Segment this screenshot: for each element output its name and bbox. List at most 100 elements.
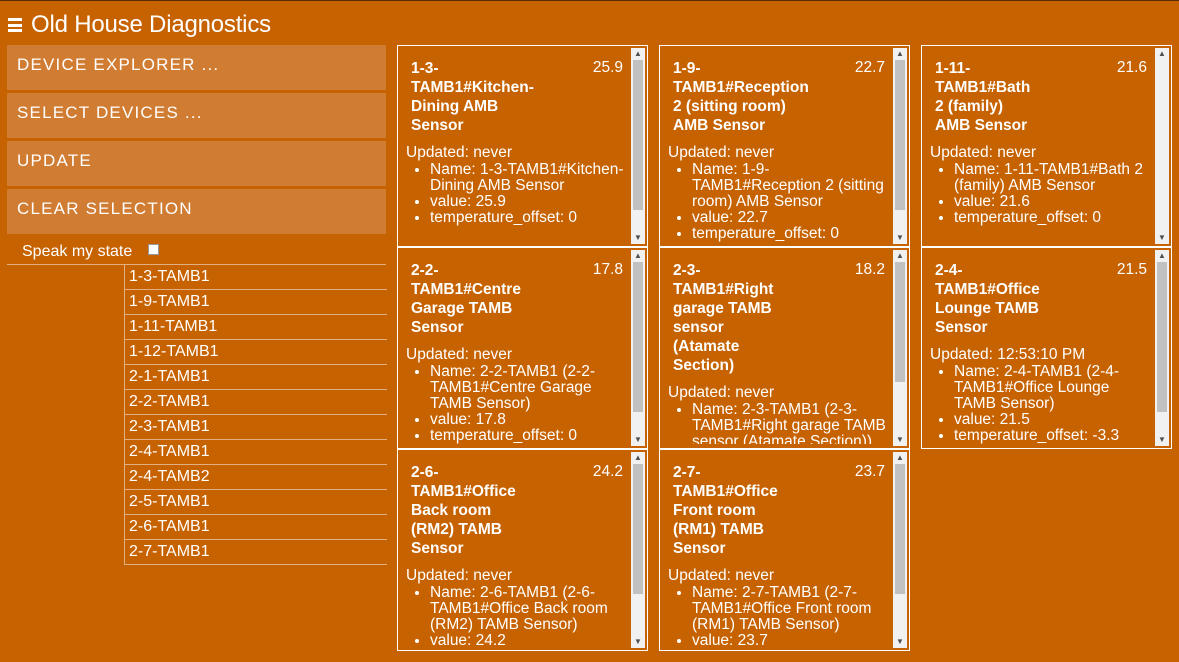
device-list-item[interactable]: 2-3-TAMB1 (125, 415, 387, 440)
sensor-card-updated: Updated: never (406, 346, 512, 363)
device-list-item[interactable]: 2-4-TAMB1 (125, 440, 387, 465)
scroll-down-arrow-icon[interactable]: ▼ (893, 636, 907, 648)
sensor-card-properties: Name: 1-9-TAMB1#Reception 2 (sitting roo… (668, 162, 890, 242)
card-scrollbar[interactable]: ▲ ▼ (631, 452, 645, 648)
speak-my-state-label: Speak my state (22, 243, 133, 260)
device-list-item[interactable]: 1-11-TAMB1 (125, 315, 387, 340)
sensor-card-content: 2-7- TAMB1#Office Front room (RM1) TAMB … (668, 461, 890, 646)
sensor-card-property: Name: 1-3-TAMB1#Kitchen-Dining AMB Senso… (430, 162, 628, 194)
sensor-card-property: value: 24.2 (430, 633, 628, 647)
scrollbar-thumb[interactable] (633, 464, 643, 594)
scroll-down-arrow-icon[interactable]: ▼ (1155, 232, 1169, 244)
sensor-card[interactable]: 2-2- TAMB1#Centre Garage TAMB Sensor 17.8… (397, 247, 648, 449)
device-list-item[interactable]: 2-7-TAMB1 (125, 540, 387, 565)
sensor-card-property: temperature_offset: 0 (430, 210, 628, 226)
sensor-card-updated: Updated: never (930, 144, 1036, 161)
card-scrollbar[interactable]: ▲ ▼ (631, 250, 645, 446)
card-scrollbar[interactable]: ▲ ▼ (893, 452, 907, 648)
sensor-card-content: 2-2- TAMB1#Centre Garage TAMB Sensor 17.8… (406, 259, 628, 444)
scrollbar-thumb[interactable] (895, 262, 905, 382)
sensor-card-value: 21.6 (1116, 59, 1147, 76)
speak-my-state-checkbox[interactable] (148, 244, 159, 255)
scrollbar-thumb[interactable] (895, 464, 905, 594)
card-scrollbar[interactable]: ▲ ▼ (893, 250, 907, 446)
scroll-down-arrow-icon[interactable]: ▼ (631, 636, 645, 648)
scroll-up-arrow-icon[interactable]: ▲ (1155, 48, 1169, 60)
sensor-card-properties: Name: 1-3-TAMB1#Kitchen-Dining AMB Senso… (406, 162, 628, 226)
sensor-card-properties: Name: 2-3-TAMB1 (2-3-TAMB1#Right garage … (668, 402, 890, 445)
update-button[interactable]: UPDATE (7, 141, 386, 186)
sensor-card-content: 2-4- TAMB1#Office Lounge TAMB Sensor 21.5… (930, 259, 1152, 444)
app-title: Old House Diagnostics (31, 11, 271, 38)
sensor-card[interactable]: 2-7- TAMB1#Office Front room (RM1) TAMB … (659, 449, 910, 651)
sensor-card[interactable]: 2-6- TAMB1#Office Back room (RM2) TAMB S… (397, 449, 648, 651)
card-scrollbar[interactable]: ▲ ▼ (893, 48, 907, 244)
sensor-card-updated: Updated: never (668, 384, 774, 401)
scroll-up-arrow-icon[interactable]: ▲ (1155, 250, 1169, 262)
card-scrollbar[interactable]: ▲ ▼ (631, 48, 645, 244)
sensor-card[interactable]: 2-3- TAMB1#Right garage TAMB sensor (Ata… (659, 247, 910, 449)
sensor-card-title: 2-3- TAMB1#Right garage TAMB sensor (Ata… (673, 262, 774, 374)
device-list-item[interactable]: 1-9-TAMB1 (125, 290, 387, 315)
sensor-card[interactable]: 1-11- TAMB1#Bath 2 (family) AMB Sensor 21… (921, 45, 1172, 247)
sensor-card-property: Name: 2-3-TAMB1 (2-3-TAMB1#Right garage … (692, 402, 890, 445)
scroll-up-arrow-icon[interactable]: ▲ (893, 250, 907, 262)
scroll-down-arrow-icon[interactable]: ▼ (893, 232, 907, 244)
scrollbar-thumb[interactable] (633, 60, 643, 210)
sensor-card-property: value: 23.7 (692, 633, 890, 647)
sensor-card-property: value: 25.9 (430, 194, 628, 210)
sensor-card-updated: Updated: 12:53:10 PM (930, 346, 1086, 363)
device-explorer-button[interactable]: DEVICE EXPLORER ... (7, 45, 386, 90)
header: Old House Diagnostics (8, 10, 271, 40)
scroll-down-arrow-icon[interactable]: ▼ (1155, 434, 1169, 446)
scroll-up-arrow-icon[interactable]: ▲ (893, 452, 907, 464)
sensor-card[interactable]: 1-3- TAMB1#Kitchen- Dining AMB Sensor 25.… (397, 45, 648, 247)
sensor-card-properties: Name: 1-11-TAMB1#Bath 2 (family) AMB Sen… (930, 162, 1152, 226)
sensor-card-properties: Name: 2-2-TAMB1 (2-2-TAMB1#Centre Garage… (406, 364, 628, 444)
sensor-card[interactable]: 1-9- TAMB1#Reception 2 (sitting room) AM… (659, 45, 910, 247)
clear-selection-button[interactable]: CLEAR SELECTION (7, 189, 386, 234)
scrollbar-thumb[interactable] (633, 262, 643, 412)
sensor-card-content: 2-6- TAMB1#Office Back room (RM2) TAMB S… (406, 461, 628, 646)
sensor-card-property: value: 21.6 (954, 194, 1152, 210)
sensor-card-property: value: 22.7 (692, 210, 890, 226)
card-scrollbar[interactable]: ▲ ▼ (1155, 48, 1169, 244)
scroll-down-arrow-icon[interactable]: ▼ (893, 434, 907, 446)
device-list-item[interactable]: 1-3-TAMB1 (125, 265, 387, 290)
scroll-up-arrow-icon[interactable]: ▲ (893, 48, 907, 60)
sensor-card-property: temperature_offset: 0 (954, 210, 1152, 226)
sensor-card-properties: Name: 2-6-TAMB1 (2-6-TAMB1#Office Back r… (406, 585, 628, 647)
scroll-down-arrow-icon[interactable]: ▼ (631, 232, 645, 244)
select-devices-button[interactable]: SELECT DEVICES ... (7, 93, 386, 138)
sensor-card-title: 2-4- TAMB1#Office Lounge TAMB Sensor (935, 262, 1040, 336)
card-scrollbar[interactable]: ▲ ▼ (1155, 250, 1169, 446)
sensor-card-content: 1-11- TAMB1#Bath 2 (family) AMB Sensor 21… (930, 57, 1152, 242)
sensor-card-property: value: 21.5 (954, 412, 1152, 428)
sensor-card-property: value: 17.8 (430, 412, 628, 428)
device-list-item[interactable]: 2-5-TAMB1 (125, 490, 387, 515)
sensor-card-title: 2-2- TAMB1#Centre Garage TAMB Sensor (411, 262, 521, 336)
sensor-card-property: temperature_offset: 0 (430, 428, 628, 444)
sensor-card-property: temperature_offset: -3.3 (954, 428, 1152, 444)
device-list-item[interactable]: 1-12-TAMB1 (125, 340, 387, 365)
speak-my-state-row: Speak my state (7, 239, 386, 265)
scrollbar-thumb[interactable] (895, 60, 905, 210)
sensor-card-content: 2-3- TAMB1#Right garage TAMB sensor (Ata… (668, 259, 890, 444)
scrollbar-thumb[interactable] (1157, 262, 1167, 412)
device-list: 1-3-TAMB1 1-9-TAMB1 1-11-TAMB1 1-12-TAMB1 2-… (124, 265, 387, 565)
sensor-card[interactable]: 2-4- TAMB1#Office Lounge TAMB Sensor 21.5… (921, 247, 1172, 449)
sensor-card-value: 23.7 (854, 463, 885, 480)
hamburger-menu-icon[interactable] (8, 18, 22, 32)
device-list-item[interactable]: 2-6-TAMB1 (125, 515, 387, 540)
scroll-up-arrow-icon[interactable]: ▲ (631, 48, 645, 60)
device-list-item[interactable]: 2-2-TAMB1 (125, 390, 387, 415)
sensor-card-updated: Updated: never (406, 144, 512, 161)
sensor-card-content: 1-9- TAMB1#Reception 2 (sitting room) AM… (668, 57, 890, 242)
sensor-card-title: 1-3- TAMB1#Kitchen- Dining AMB Sensor (411, 60, 534, 134)
scroll-up-arrow-icon[interactable]: ▲ (631, 452, 645, 464)
device-list-item[interactable]: 2-4-TAMB2 (125, 465, 387, 490)
scroll-down-arrow-icon[interactable]: ▼ (631, 434, 645, 446)
scroll-up-arrow-icon[interactable]: ▲ (631, 250, 645, 262)
sensor-card-properties: Name: 2-4-TAMB1 (2-4-TAMB1#Office Lounge… (930, 364, 1152, 444)
device-list-item[interactable]: 2-1-TAMB1 (125, 365, 387, 390)
